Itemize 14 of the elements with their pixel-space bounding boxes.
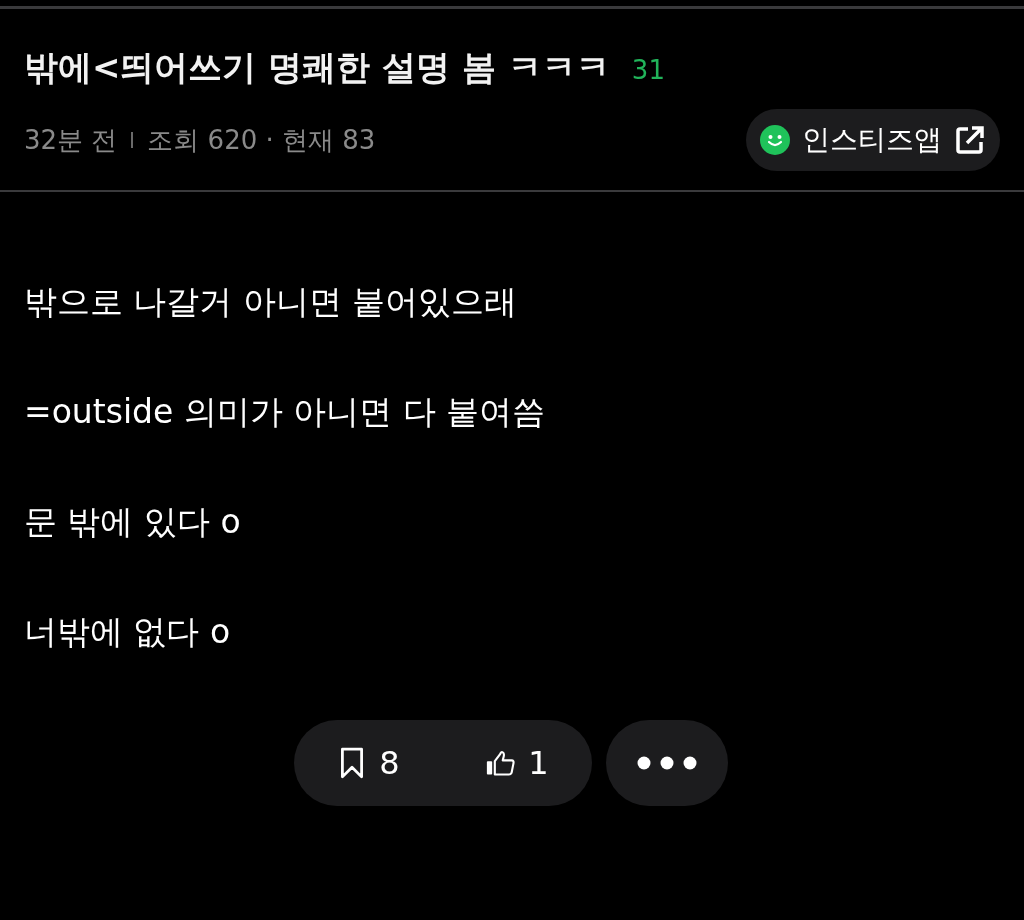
post-title: 밖에<띄어쓰기 명쾌한 설명 봄 ㅋㅋㅋ xyxy=(24,46,610,89)
bookmark-button[interactable]: 8 xyxy=(329,740,408,786)
comment-count: 31 xyxy=(631,55,665,85)
more-icon xyxy=(637,755,697,771)
post-time: 32분 전 xyxy=(24,123,118,157)
smiley-icon xyxy=(760,125,790,155)
body-paragraph: 너밖에 없다 o xyxy=(24,611,232,653)
external-link-icon xyxy=(954,124,986,156)
body-paragraph: =outside 의미가 아니면 다 붙여씀 xyxy=(24,391,547,433)
body-paragraph: 문 밖에 있다 o xyxy=(24,501,242,543)
view-count: 조회 620 · 현재 83 xyxy=(147,123,376,157)
like-button[interactable]: 1 xyxy=(478,740,557,786)
app-button[interactable]: 인스티즈앱 xyxy=(746,109,1000,171)
body-paragraph: 밖으로 나갈거 아니면 붙어있으래 xyxy=(24,281,519,323)
